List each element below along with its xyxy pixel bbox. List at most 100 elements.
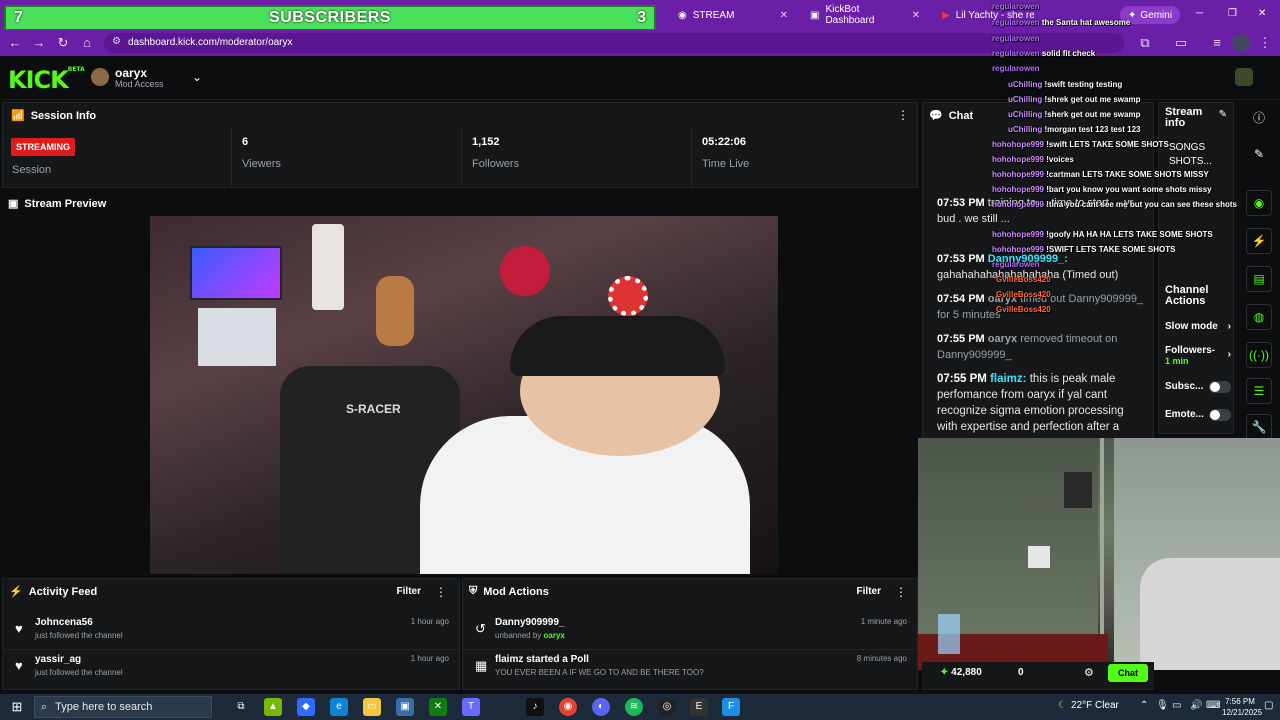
chat-icon: 💬 (929, 110, 943, 122)
bolt-icon: ⚡ (9, 586, 23, 598)
followers-only-row[interactable]: Followers- › 1 min (1165, 345, 1231, 366)
follower-name[interactable]: Johncena56 (35, 617, 93, 628)
avatar[interactable] (91, 68, 109, 86)
overlay-chat-text: solid fit check (1041, 49, 1096, 58)
close-window-icon[interactable]: ✕ (1258, 8, 1266, 19)
chrome-taskbar-icon[interactable]: ◉ (559, 698, 577, 716)
mod-actions-title: Mod Actions (483, 585, 549, 598)
overlay-chat-line: regularowen (992, 2, 1040, 11)
stream-preview-header: ▣ Stream Preview (2, 192, 918, 214)
mod-action-title: flaimz started a Poll (495, 654, 589, 665)
emote-only-row[interactable]: Emote... (1165, 409, 1231, 421)
home-icon[interactable]: ⌂ (78, 34, 96, 52)
chat-user[interactable]: flaimz: (990, 373, 1026, 385)
activity-time: 1 hour ago (410, 617, 449, 626)
language-icon[interactable]: ⌨ (1206, 700, 1220, 711)
chat-bubble-icon[interactable]: ◍ (1246, 304, 1272, 330)
more-options-icon[interactable]: ⋮ (895, 585, 907, 599)
spotify-icon[interactable]: ≋ (625, 698, 643, 716)
chrome-icon: ◉ (678, 9, 687, 21)
store-icon[interactable]: ▣ (396, 698, 414, 716)
tab-kickbot-label: KickBot Dashboard (825, 4, 875, 26)
clipboard-icon[interactable]: ▤ (1246, 266, 1272, 292)
overlay-chat-line: hohohope999 !SWIFT LETS TAKE SOME SHOTS (992, 245, 1175, 254)
more-options-icon[interactable]: ⋮ (435, 585, 447, 599)
follower-name[interactable]: yassir_ag (35, 654, 81, 665)
copilot-icon[interactable]: ◆ (297, 698, 315, 716)
close-icon[interactable]: ✕ (912, 10, 920, 21)
tab-kickbot[interactable]: ▣ KickBot Dashboard ✕ (802, 4, 928, 26)
wrench-icon[interactable]: 🔧 (1246, 414, 1272, 440)
chat-count: 0 (1018, 667, 1024, 678)
more-icon[interactable]: ⋮ (1256, 34, 1274, 52)
points-display[interactable]: ✦ 42,880 (940, 667, 982, 678)
url-field[interactable]: ⚙ dashboard.kick.com/moderator/oaryx (104, 33, 1124, 53)
task-view-icon[interactable]: ⧉ (232, 698, 250, 716)
username[interactable]: oaryx (115, 66, 147, 80)
bolt-icon[interactable]: ⚡ (1246, 228, 1272, 254)
subscribers-only-row[interactable]: Subsc... (1165, 381, 1231, 393)
subs-left-count: 7 (14, 9, 23, 26)
emote-only-toggle[interactable] (1209, 409, 1231, 421)
emote-only-label: Emote... (1165, 409, 1204, 420)
broadcast-icon[interactable]: ((·)) (1246, 342, 1272, 368)
taskbar-search[interactable]: ⌕ Type here to search (34, 696, 212, 718)
chat-user[interactable]: oaryx (988, 333, 1017, 345)
overlay-chat-user: hohohope999 (992, 155, 1045, 164)
teams-icon[interactable]: T (462, 698, 480, 716)
discord-icon[interactable]: ◐ (592, 698, 610, 716)
windows-start-icon[interactable]: ⊞ (8, 698, 26, 716)
stream-preview-video[interactable]: S-RACER (150, 216, 778, 574)
overlay-chat-text: !cartman LETS TAKE SOME SHOTS MISSY (1046, 170, 1209, 179)
points-value: 42,880 (951, 667, 982, 678)
overlay-chat-line: hohohope999 !voices (992, 155, 1074, 164)
pen-icon[interactable]: ✎ (1246, 142, 1272, 168)
tiktok-icon[interactable]: ♪ (526, 698, 544, 716)
reload-icon[interactable]: ↻ (54, 34, 72, 52)
mod-action-target[interactable]: Danny909999_ (495, 617, 565, 628)
list-icon[interactable]: ☰ (1246, 378, 1272, 404)
xbox-icon[interactable]: ✕ (429, 698, 447, 716)
overlay-chat-line: regularowen (992, 64, 1040, 73)
slow-mode-row[interactable]: Slow mode › (1165, 321, 1231, 332)
microphone-icon[interactable]: 🎙 (1156, 700, 1169, 711)
kick-logo[interactable]: KICKBETA (8, 66, 85, 94)
volume-icon[interactable]: 🔊 (1190, 700, 1202, 711)
signal-icon: 📶 (11, 110, 25, 122)
epic-games-icon[interactable]: E (690, 698, 708, 716)
camera-icon[interactable]: ◉ (1246, 190, 1272, 216)
chevron-down-icon[interactable]: ⌄ (192, 70, 202, 84)
notifications-icon[interactable]: ▢ (1264, 700, 1273, 711)
overlay-chat-text: !tina you cant see me but you can see th… (1046, 200, 1237, 209)
overlay-chat-line: regularowen (992, 260, 1040, 269)
app-icon[interactable]: F (722, 698, 740, 716)
close-icon[interactable]: ✕ (780, 10, 788, 21)
chevron-up-icon[interactable]: ⌃ (1140, 700, 1148, 711)
clock[interactable]: 7:56 PM 12/21/2025 (1222, 696, 1262, 718)
mod-action-prefix: unbanned by (495, 631, 542, 640)
undo-icon: ↺ (475, 621, 486, 636)
filter-button[interactable]: Filter (397, 586, 421, 597)
subscribers-only-label: Subsc... (1165, 381, 1204, 392)
edge-icon[interactable]: e (330, 698, 348, 716)
mod-action-user[interactable]: oaryx (544, 631, 565, 640)
network-icon[interactable]: ▭ (1172, 700, 1181, 711)
settings-icon[interactable]: ⚙ (1084, 666, 1094, 679)
nvidia-icon[interactable]: ▲ (264, 698, 282, 716)
obs-icon[interactable]: ◎ (658, 698, 676, 716)
chair-brand: S-RACER (346, 402, 401, 416)
filter-button[interactable]: Filter (857, 586, 881, 597)
overlay-chat-line: hohohope999 !bart you know you want some… (992, 185, 1212, 194)
chat-message: 07:55 PM oaryx removed timeout on Danny9… (937, 331, 1147, 363)
weather-widget[interactable]: ☾ 22°F Clear (1058, 700, 1119, 711)
forward-icon[interactable]: → (30, 34, 48, 52)
file-explorer-icon[interactable]: ▭ (363, 698, 381, 716)
back-icon[interactable]: ← (6, 34, 24, 52)
tab-stream[interactable]: ◉ STREAM ✕ (670, 4, 796, 26)
subscribers-only-toggle[interactable] (1209, 381, 1231, 393)
chat-send-button[interactable]: Chat (1108, 664, 1148, 682)
session-info-header: 📶 Session Info (11, 109, 96, 123)
info-icon[interactable]: ⓘ (1246, 106, 1272, 132)
more-options-icon[interactable]: ⋮ (897, 108, 909, 122)
site-info-icon[interactable]: ⚙ (112, 36, 121, 47)
